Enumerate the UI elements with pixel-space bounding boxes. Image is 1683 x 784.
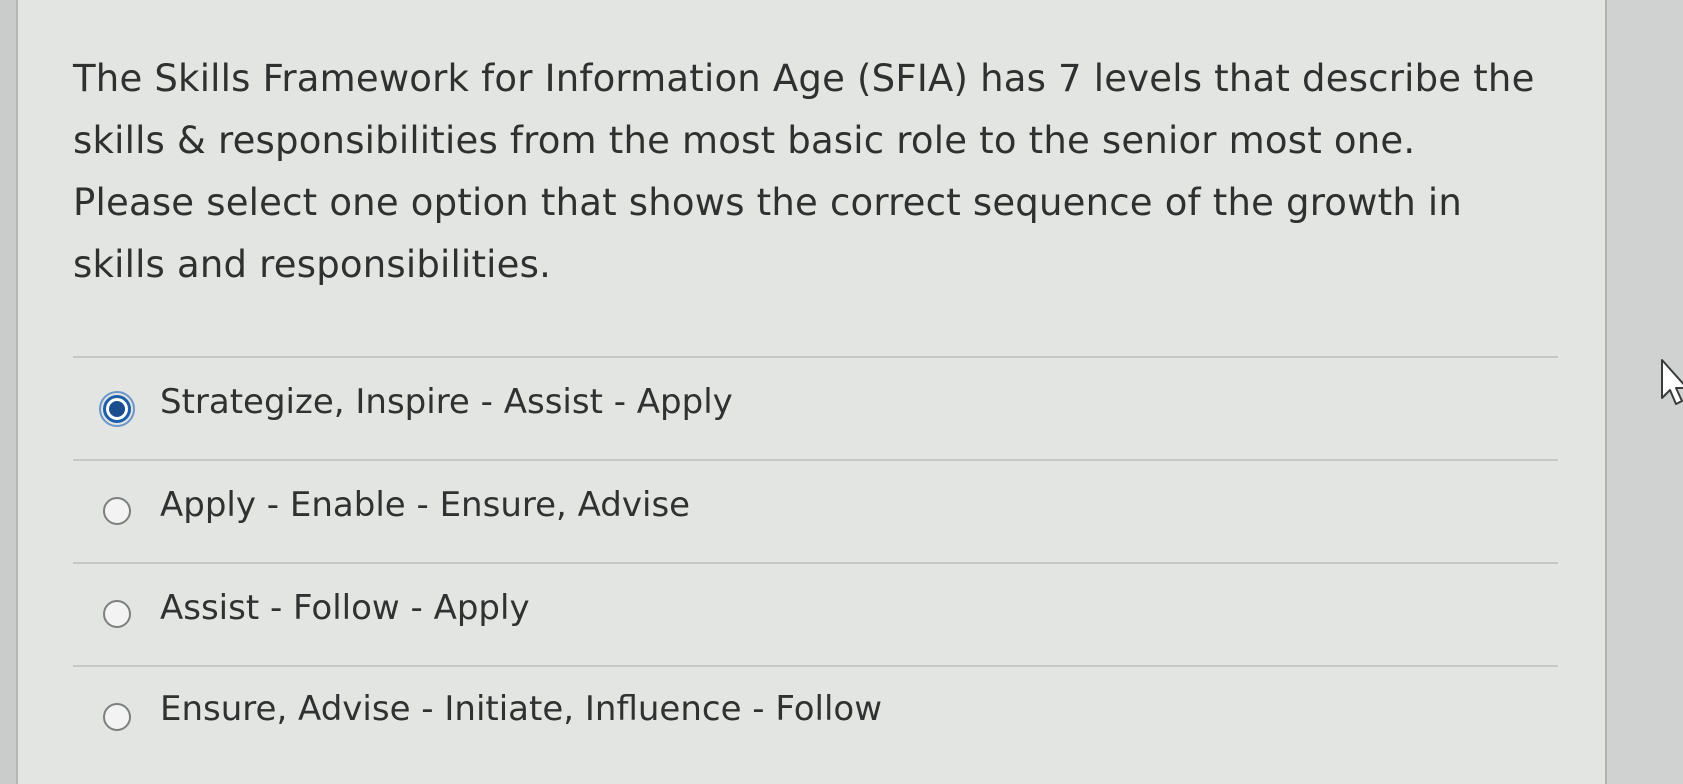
answer-option[interactable]: Apply - Enable - Ensure, Advise — [73, 459, 1558, 562]
question-text: The Skills Framework for Information Age… — [73, 57, 1535, 286]
answer-option-label[interactable]: Strategize, Inspire - Assist - Apply — [160, 382, 733, 422]
question-panel: The Skills Framework for Information Age… — [18, 0, 1605, 784]
answer-option-label[interactable]: Apply - Enable - Ensure, Advise — [160, 485, 690, 525]
answer-option-label[interactable]: Assist - Follow - Apply — [160, 588, 530, 628]
answer-option[interactable]: Ensure, Advise - Initiate, Influence - F… — [73, 665, 1558, 768]
answer-option[interactable]: Assist - Follow - Apply — [73, 562, 1558, 665]
radio-button[interactable] — [103, 497, 131, 525]
answer-option-label[interactable]: Ensure, Advise - Initiate, Influence - F… — [160, 689, 882, 729]
radio-button[interactable] — [103, 600, 131, 628]
radio-button[interactable] — [103, 703, 131, 731]
answer-options: Strategize, Inspire - Assist - Apply App… — [73, 356, 1558, 768]
left-border — [0, 0, 18, 784]
mouse-pointer-icon — [1661, 359, 1683, 405]
radio-button-selected[interactable] — [99, 391, 135, 427]
radio-dot — [109, 401, 125, 417]
answer-option[interactable]: Strategize, Inspire - Assist - Apply — [73, 356, 1558, 459]
